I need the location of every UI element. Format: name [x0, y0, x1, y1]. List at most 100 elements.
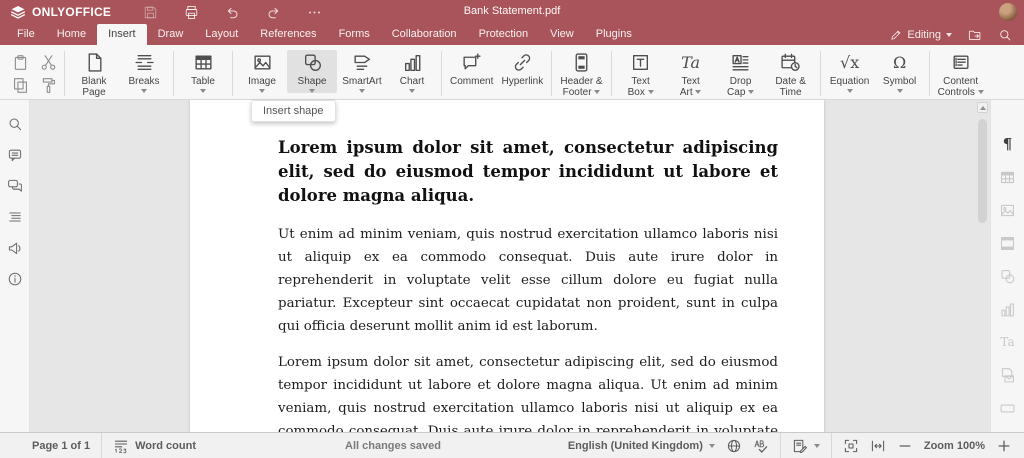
- format-painter-icon[interactable]: [40, 77, 57, 94]
- document-heading[interactable]: Lorem ipsum dolor sit amet, consectetur …: [278, 136, 778, 208]
- tab-plugins[interactable]: Plugins: [585, 24, 643, 45]
- search-icon[interactable]: [998, 28, 1012, 42]
- word-count-button[interactable]: Word count: [113, 438, 196, 454]
- form-settings-icon[interactable]: [999, 400, 1016, 417]
- drop-cap-button[interactable]: Drop Cap: [716, 50, 766, 98]
- hyperlink-icon: [512, 52, 533, 73]
- fit-page-icon[interactable]: [843, 438, 859, 454]
- chevron-down-icon: [813, 443, 820, 448]
- fit-width-icon[interactable]: [870, 438, 886, 454]
- shape-button[interactable]: Shape: [287, 50, 337, 93]
- tab-insert[interactable]: Insert: [97, 24, 147, 45]
- comment-icon: [461, 52, 482, 73]
- page-indicator[interactable]: Page 1 of 1: [32, 440, 90, 452]
- chart-button[interactable]: Chart: [387, 50, 437, 93]
- table-button[interactable]: Table: [178, 50, 228, 93]
- zoom-in-icon[interactable]: [996, 438, 1012, 454]
- chevron-down-icon: [309, 89, 315, 93]
- tab-file[interactable]: File: [6, 24, 46, 45]
- document-paragraph[interactable]: Ut enim ad minim veniam, quis nostrud ex…: [278, 223, 778, 338]
- blank-page-button[interactable]: Blank Page: [69, 50, 119, 98]
- insert-ribbon-toolbar: Blank Page Breaks Table Image Shape Smart…: [0, 45, 1024, 100]
- quick-access-toolbar: [143, 5, 322, 20]
- header-footer-button[interactable]: Header & Footer: [556, 50, 606, 98]
- smartart-icon: [352, 52, 373, 73]
- text-box-icon: [630, 52, 651, 73]
- word-count-icon: [113, 438, 129, 454]
- status-bar: Page 1 of 1 Word count All changes saved…: [0, 432, 1024, 458]
- search-icon[interactable]: [7, 116, 23, 132]
- image-icon: [252, 52, 273, 73]
- tab-collaboration[interactable]: Collaboration: [381, 24, 468, 45]
- logo-text: ONLYOFFICE: [32, 5, 112, 19]
- equation-button[interactable]: √x Equation: [825, 50, 875, 93]
- onlyoffice-logo-icon: [10, 4, 26, 20]
- smartart-button[interactable]: SmartArt: [337, 50, 387, 93]
- breaks-button[interactable]: Breaks: [119, 50, 169, 93]
- image-settings-icon[interactable]: [999, 202, 1016, 219]
- copy-icon[interactable]: [12, 77, 29, 94]
- vertical-scrollbar[interactable]: [977, 102, 988, 432]
- language-selector[interactable]: English (United Kingdom): [568, 440, 715, 452]
- feedback-icon[interactable]: [7, 240, 23, 256]
- toolbar-separator: [64, 51, 65, 96]
- zoom-level[interactable]: Zoom 100%: [924, 440, 985, 452]
- chevron-down-icon: [977, 90, 984, 95]
- cut-icon[interactable]: [40, 54, 57, 71]
- chevron-down-icon: [748, 90, 755, 95]
- editing-mode-selector[interactable]: Editing: [890, 29, 952, 41]
- paragraph-settings-icon[interactable]: ¶: [1003, 136, 1013, 153]
- chat-icon[interactable]: [7, 178, 23, 194]
- spell-check-icon[interactable]: [753, 438, 769, 454]
- chevron-down-icon: [846, 89, 853, 93]
- text-box-button[interactable]: Text Box: [616, 50, 666, 98]
- document-language-icon[interactable]: [726, 438, 742, 454]
- tab-forms[interactable]: Forms: [328, 24, 381, 45]
- about-icon[interactable]: [7, 271, 23, 287]
- symbol-button[interactable]: Ω Symbol: [875, 50, 925, 93]
- date-time-button[interactable]: Date & Time: [766, 50, 816, 98]
- track-changes-display-button[interactable]: [792, 438, 820, 454]
- print-icon[interactable]: [184, 5, 199, 20]
- scrollbar-thumb[interactable]: [978, 119, 987, 223]
- content-controls-button[interactable]: Content Controls: [934, 50, 988, 98]
- drop-cap-icon: [730, 52, 751, 73]
- text-art-settings-icon[interactable]: Ta: [1000, 334, 1014, 351]
- shape-settings-icon[interactable]: [999, 268, 1016, 285]
- tab-draw[interactable]: Draw: [147, 24, 195, 45]
- text-art-button[interactable]: Ta Text Art: [666, 50, 716, 98]
- image-button[interactable]: Image: [237, 50, 287, 93]
- hyperlink-button[interactable]: Hyperlink: [497, 50, 547, 87]
- paste-icon[interactable]: [12, 54, 29, 71]
- comment-button[interactable]: Comment: [446, 50, 497, 87]
- document-page[interactable]: Lorem ipsum dolor sit amet, consectetur …: [190, 100, 824, 432]
- save-icon[interactable]: [143, 5, 158, 20]
- navigation-headings-icon[interactable]: [7, 209, 23, 225]
- open-file-location-icon[interactable]: [968, 28, 982, 42]
- tab-references[interactable]: References: [249, 24, 327, 45]
- document-paragraph[interactable]: Lorem ipsum dolor sit amet, consectetur …: [278, 351, 778, 432]
- tab-layout[interactable]: Layout: [194, 24, 249, 45]
- header-footer-settings-icon[interactable]: [999, 235, 1016, 252]
- zoom-out-icon[interactable]: [897, 438, 913, 454]
- arrow-up-icon: [979, 105, 986, 110]
- user-avatar[interactable]: [999, 3, 1017, 21]
- redo-icon[interactable]: [266, 5, 281, 20]
- chevron-down-icon: [896, 89, 903, 93]
- pencil-icon: [890, 29, 902, 41]
- equation-icon: √x: [840, 53, 860, 72]
- chart-settings-icon[interactable]: [999, 301, 1016, 318]
- mode-label: Editing: [907, 28, 941, 41]
- tab-view[interactable]: View: [539, 24, 585, 45]
- more-actions-icon[interactable]: [307, 5, 322, 20]
- chevron-down-icon: [359, 89, 365, 93]
- undo-icon[interactable]: [225, 5, 240, 20]
- comments-icon[interactable]: [7, 147, 23, 163]
- table-settings-icon[interactable]: [999, 169, 1016, 186]
- tab-home[interactable]: Home: [46, 24, 97, 45]
- mail-merge-icon[interactable]: [999, 367, 1016, 384]
- insert-shape-tooltip: Insert shape: [251, 100, 336, 122]
- left-sidebar: [0, 100, 30, 432]
- tab-protection[interactable]: Protection: [468, 24, 540, 45]
- scroll-up-button[interactable]: [977, 102, 988, 113]
